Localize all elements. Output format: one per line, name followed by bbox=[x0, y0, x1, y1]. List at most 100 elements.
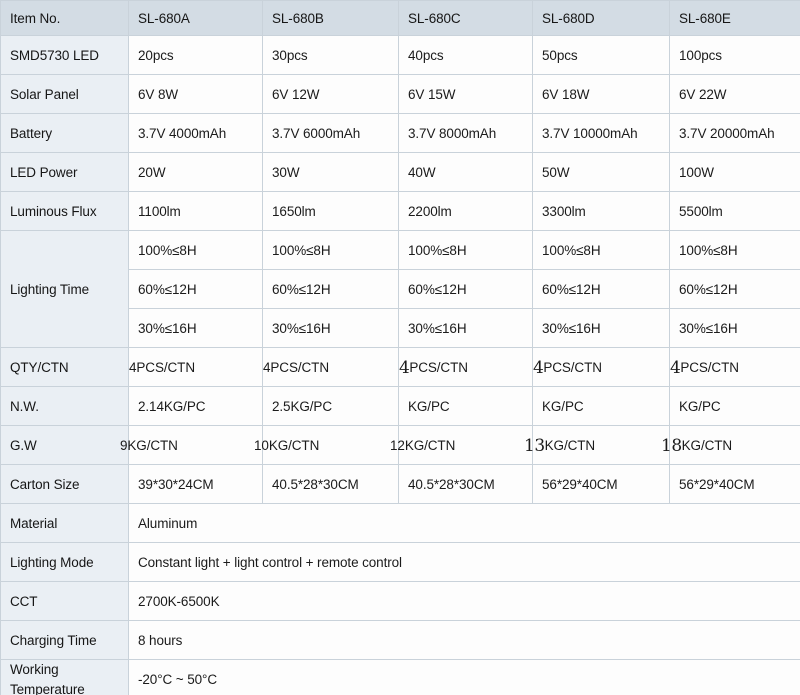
table-row: QTY/CTN 4PCS/CTN 4PCS/CTN 4PCS/CTN 4PCS/… bbox=[0, 347, 800, 387]
cell-gw-d: 13KG/CTN bbox=[524, 425, 670, 465]
cell-luminous-flux-b: 1650lm bbox=[262, 191, 399, 231]
table-row: Working Temperature -20°C ~ 50°C bbox=[0, 658, 800, 695]
qty-lead-digit-c: 4 bbox=[399, 358, 410, 378]
cell-luminous-flux-e: 5500lm bbox=[669, 191, 800, 231]
cell-gw-b: 10KG/CTN bbox=[254, 425, 399, 465]
cell-material-value: Aluminum bbox=[128, 503, 800, 543]
row-label-smd5730-led: SMD5730 LED bbox=[0, 35, 129, 75]
row-label-lighting-time: Lighting Time bbox=[0, 230, 129, 348]
cell-lighting-time-60-d: 60%≤12H bbox=[532, 269, 670, 309]
cell-lighting-time-60-b: 60%≤12H bbox=[262, 269, 399, 309]
working-temperature-label-line2: Temperature bbox=[10, 681, 85, 695]
table-row: G.W 9KG/CTN 10KG/CTN 12KG/CTN 13KG/CTN 1… bbox=[0, 425, 800, 465]
cell-solar-panel-d: 6V 18W bbox=[532, 74, 670, 114]
row-label-luminous-flux: Luminous Flux bbox=[0, 191, 129, 231]
cell-qty-ctn-c: 4PCS/CTN bbox=[398, 347, 533, 387]
cell-battery-d: 3.7V 10000mAh bbox=[532, 113, 670, 153]
table-row: Material Aluminum bbox=[0, 503, 800, 543]
cell-gw-c: 12KG/CTN bbox=[390, 425, 533, 465]
row-label-material: Material bbox=[0, 503, 129, 543]
cell-carton-size-c: 40.5*28*30CM bbox=[398, 464, 533, 504]
cell-gw-e: 18KG/CTN bbox=[661, 425, 800, 465]
cell-nw-a: 2.14KG/PC bbox=[128, 386, 263, 426]
cell-lighting-time-100-e: 100%≤8H bbox=[669, 230, 800, 270]
working-temperature-label-line1: Working bbox=[10, 662, 59, 677]
cell-luminous-flux-c: 2200lm bbox=[398, 191, 533, 231]
table-row: Solar Panel 6V 8W 6V 12W 6V 15W 6V 18W 6… bbox=[0, 74, 800, 114]
cell-led-power-c: 40W bbox=[398, 152, 533, 192]
cell-smd5730-led-c: 40pcs bbox=[398, 35, 533, 75]
cell-smd5730-led-b: 30pcs bbox=[262, 35, 399, 75]
cell-lighting-time-30-b: 30%≤16H bbox=[262, 308, 399, 348]
table-header-row: Item No. SL-680A SL-680B SL-680C SL-680D… bbox=[0, 0, 800, 36]
gw-rest-a: 9KG/CTN bbox=[120, 438, 178, 453]
cell-led-power-d: 50W bbox=[532, 152, 670, 192]
cell-qty-ctn-b: 4PCS/CTN bbox=[262, 347, 399, 387]
cell-lighting-time-60-c: 60%≤12H bbox=[398, 269, 533, 309]
cell-lighting-time-60-a: 60%≤12H bbox=[128, 269, 263, 309]
cell-battery-a: 3.7V 4000mAh bbox=[128, 113, 263, 153]
cell-led-power-a: 20W bbox=[128, 152, 263, 192]
row-label-nw: N.W. bbox=[0, 386, 129, 426]
product-specification-table: Item No. SL-680A SL-680B SL-680C SL-680D… bbox=[0, 0, 800, 695]
cell-smd5730-led-a: 20pcs bbox=[128, 35, 263, 75]
cell-working-temperature-value: -20°C ~ 50°C bbox=[128, 658, 800, 695]
cell-lighting-time-100-d: 100%≤8H bbox=[532, 230, 670, 270]
header-model-sl680e: SL-680E bbox=[669, 0, 800, 36]
gw-rest-d: KG/CTN bbox=[544, 438, 596, 453]
row-label-cct: CCT bbox=[0, 581, 129, 621]
cell-luminous-flux-a: 1100lm bbox=[128, 191, 263, 231]
cell-carton-size-e: 56*29*40CM bbox=[669, 464, 800, 504]
cell-lighting-time-30-a: 30%≤16H bbox=[128, 308, 263, 348]
header-model-sl680c: SL-680C bbox=[398, 0, 533, 36]
table-row: Lighting Mode Constant light + light con… bbox=[0, 542, 800, 582]
table-row: Luminous Flux 1100lm 1650lm 2200lm 3300l… bbox=[0, 191, 800, 231]
cell-nw-e: KG/PC bbox=[669, 386, 800, 426]
row-label-gw: G.W bbox=[0, 425, 129, 465]
qty-rest-c: PCS/CTN bbox=[409, 360, 468, 375]
table-row: CCT 2700K-6500K bbox=[0, 581, 800, 621]
cell-lighting-time-100-b: 100%≤8H bbox=[262, 230, 399, 270]
qty-rest-a: 4PCS/CTN bbox=[129, 360, 195, 375]
header-model-sl680b: SL-680B bbox=[262, 0, 399, 36]
row-label-lighting-mode: Lighting Mode bbox=[0, 542, 129, 582]
header-label-cell: Item No. bbox=[0, 0, 129, 36]
row-label-carton-size: Carton Size bbox=[0, 464, 129, 504]
cell-solar-panel-b: 6V 12W bbox=[262, 74, 399, 114]
gw-lead-digits-e: 18 bbox=[661, 436, 682, 456]
row-label-qty-ctn: QTY/CTN bbox=[0, 347, 129, 387]
gw-rest-e: KG/CTN bbox=[681, 438, 733, 453]
cell-nw-d: KG/PC bbox=[532, 386, 670, 426]
cell-gw-a: 9KG/CTN bbox=[120, 425, 263, 465]
row-label-led-power: LED Power bbox=[0, 152, 129, 192]
row-label-working-temperature: Working Temperature bbox=[0, 658, 129, 695]
row-label-solar-panel: Solar Panel bbox=[0, 74, 129, 114]
cell-smd5730-led-e: 100pcs bbox=[669, 35, 800, 75]
cell-solar-panel-c: 6V 15W bbox=[398, 74, 533, 114]
qty-lead-digit-d: 4 bbox=[533, 358, 544, 378]
row-label-charging-time: Charging Time bbox=[0, 620, 129, 660]
gw-rest-b: 10KG/CTN bbox=[254, 438, 320, 453]
cell-lighting-time-60-e: 60%≤12H bbox=[669, 269, 800, 309]
cell-lighting-mode-value: Constant light + light control + remote … bbox=[128, 542, 800, 582]
table-row: SMD5730 LED 20pcs 30pcs 40pcs 50pcs 100p… bbox=[0, 35, 800, 75]
header-model-sl680a: SL-680A bbox=[128, 0, 263, 36]
gw-rest-c: 12KG/CTN bbox=[390, 438, 456, 453]
table-row: N.W. 2.14KG/PC 2.5KG/PC KG/PC KG/PC KG/P… bbox=[0, 386, 800, 426]
cell-led-power-e: 100W bbox=[669, 152, 800, 192]
qty-lead-digit-e: 4 bbox=[670, 358, 681, 378]
specification-table-container: Item No. SL-680A SL-680B SL-680C SL-680D… bbox=[0, 0, 800, 695]
cell-lighting-time-100-c: 100%≤8H bbox=[398, 230, 533, 270]
cell-smd5730-led-d: 50pcs bbox=[532, 35, 670, 75]
cell-nw-c: KG/PC bbox=[398, 386, 533, 426]
cell-qty-ctn-d: 4PCS/CTN bbox=[532, 347, 670, 387]
cell-battery-b: 3.7V 6000mAh bbox=[262, 113, 399, 153]
table-row: Battery 3.7V 4000mAh 3.7V 6000mAh 3.7V 8… bbox=[0, 113, 800, 153]
row-label-battery: Battery bbox=[0, 113, 129, 153]
cell-lighting-time-100-a: 100%≤8H bbox=[128, 230, 263, 270]
cell-lighting-time-30-d: 30%≤16H bbox=[532, 308, 670, 348]
header-model-sl680d: SL-680D bbox=[532, 0, 670, 36]
cell-carton-size-a: 39*30*24CM bbox=[128, 464, 263, 504]
table-row: Lighting Time 100%≤8H 100%≤8H 100%≤8H 10… bbox=[0, 230, 800, 348]
gw-lead-digits-d: 13 bbox=[524, 436, 545, 456]
